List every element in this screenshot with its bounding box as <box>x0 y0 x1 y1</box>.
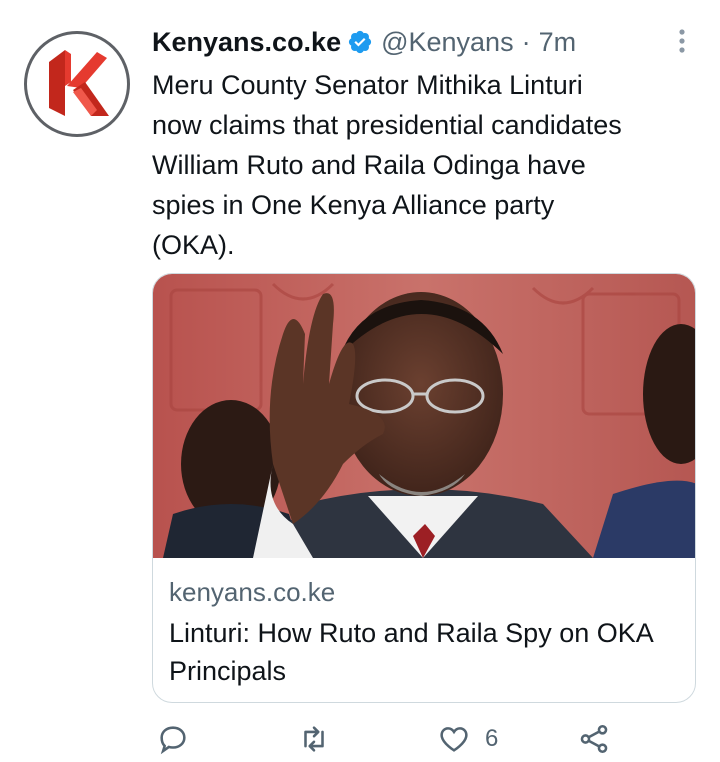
reply-button[interactable] <box>156 722 190 756</box>
like-count: 6 <box>485 725 499 752</box>
tweet-actions: 6 <box>152 722 692 762</box>
card-image[interactable] <box>153 274 696 558</box>
verified-badge-icon <box>348 30 372 54</box>
card-domain: kenyans.co.ke <box>169 577 336 607</box>
retweet-icon <box>304 726 324 752</box>
tweet-text: Meru County Senator Mithika Linturi now … <box>152 70 622 260</box>
avatar[interactable] <box>24 31 130 137</box>
separator-dot: · <box>521 26 531 57</box>
share-button[interactable] <box>577 722 611 756</box>
display-name[interactable]: Kenyans.co.ke <box>152 27 341 58</box>
timestamp[interactable]: 7m <box>539 27 577 58</box>
handle[interactable]: @Kenyans <box>381 27 513 58</box>
heart-icon <box>440 727 468 752</box>
share-icon <box>580 724 608 754</box>
kenyans-k-logo-icon <box>49 50 109 116</box>
card-title[interactable]: Linturi: How Ruto and Raila Spy on OKA P… <box>169 614 679 690</box>
reply-icon <box>160 726 186 755</box>
link-card[interactable]: kenyans.co.ke Linturi: How Ruto and Rail… <box>152 273 696 703</box>
tweet-header: Kenyans.co.ke @Kenyans · 7m <box>152 24 696 60</box>
retweet-button[interactable] <box>297 722 331 756</box>
more-options-icon[interactable] <box>672 27 692 55</box>
like-button[interactable]: 6 <box>437 722 498 756</box>
